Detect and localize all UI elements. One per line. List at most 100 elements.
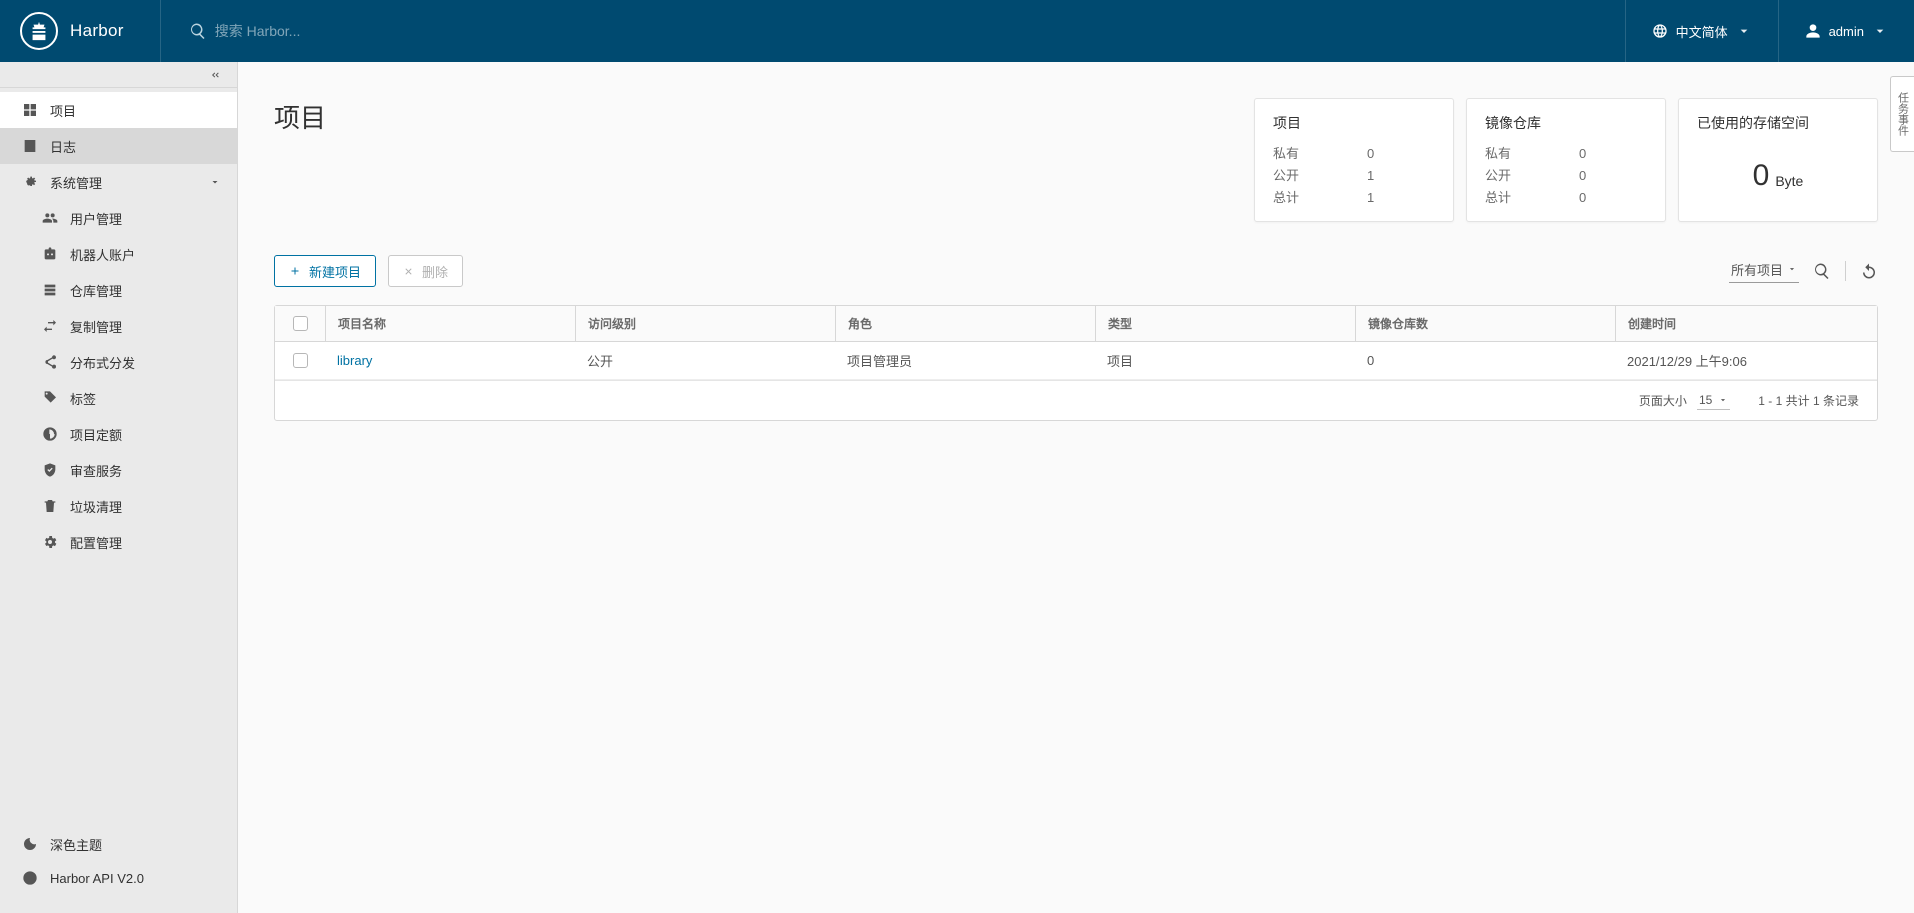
card-title: 已使用的存储空间 — [1697, 113, 1859, 133]
sidebar-item-interrogation[interactable]: 审查服务 — [0, 452, 237, 488]
summary-cards: 项目 私有0 公开1 总计1 镜像仓库 私有0 公开0 总计0 已使用的存储空间… — [1254, 98, 1878, 222]
shield-check-icon — [42, 462, 58, 478]
sidebar-item-label: 项目 — [50, 101, 76, 120]
new-project-button[interactable]: 新建项目 — [274, 255, 376, 287]
globe-icon — [1652, 23, 1668, 39]
global-search[interactable] — [161, 0, 1625, 62]
sidebar-item-distribution[interactable]: 分布式分发 — [0, 344, 237, 380]
language-switcher[interactable]: 中文简体 — [1625, 0, 1778, 62]
summary-card-storage: 已使用的存储空间 0 Byte — [1678, 98, 1878, 222]
storage-value: 0 — [1753, 159, 1770, 193]
sidebar-item-labels[interactable]: 标签 — [0, 380, 237, 416]
administration-icon — [22, 174, 38, 190]
chevron-down-icon — [1736, 23, 1752, 39]
storage-unit: Byte — [1775, 163, 1803, 189]
row-checkbox[interactable] — [293, 353, 308, 368]
cell-role: 项目管理员 — [835, 351, 1095, 370]
table-row[interactable]: library 公开 项目管理员 项目 0 2021/12/29 上午9:06 — [275, 342, 1877, 380]
brand[interactable]: Harbor — [0, 0, 161, 62]
sidebar-item-quotas[interactable]: 项目定额 — [0, 416, 237, 452]
sidebar: 项目 日志 系统管理 用户管理 — [0, 62, 238, 913]
sidebar-item-api[interactable]: Harbor API V2.0 — [0, 861, 237, 895]
sidebar-item-configuration[interactable]: 配置管理 — [0, 524, 237, 560]
close-icon — [403, 266, 414, 277]
col-created[interactable]: 创建时间 — [1615, 306, 1877, 341]
filter-label: 所有项目 — [1731, 260, 1783, 279]
refresh-icon[interactable] — [1860, 262, 1878, 280]
sidebar-item-projects[interactable]: 项目 — [0, 92, 237, 128]
gear-icon — [42, 534, 58, 550]
sidebar-nav: 项目 日志 系统管理 用户管理 — [0, 88, 237, 821]
trash-icon — [42, 498, 58, 514]
sidebar-item-registries[interactable]: 仓库管理 — [0, 272, 237, 308]
sidebar-item-label: 项目定额 — [70, 425, 122, 444]
user-menu[interactable]: admin — [1778, 0, 1914, 62]
sidebar-item-administration[interactable]: 系统管理 — [0, 164, 237, 200]
chevron-down-icon — [1718, 395, 1728, 405]
plus-icon — [289, 265, 301, 277]
sidebar-item-label: 复制管理 — [70, 317, 122, 336]
search-input[interactable] — [207, 17, 527, 45]
projects-icon — [22, 102, 38, 118]
button-label: 新建项目 — [309, 262, 361, 281]
user-name: admin — [1829, 24, 1864, 39]
search-icon — [189, 22, 207, 40]
summary-card-repos: 镜像仓库 私有0 公开0 总计0 — [1466, 98, 1666, 222]
separator — [1845, 261, 1846, 281]
sidebar-item-label: 配置管理 — [70, 533, 122, 552]
project-filter-dropdown[interactable]: 所有项目 — [1729, 260, 1799, 283]
sidebar-item-label: 用户管理 — [70, 209, 122, 228]
chevron-down-icon — [1872, 23, 1888, 39]
sidebar-item-replication[interactable]: 复制管理 — [0, 308, 237, 344]
replication-icon — [42, 318, 58, 334]
sidebar-item-label: 分布式分发 — [70, 353, 135, 372]
sidebar-item-label: 深色主题 — [50, 835, 102, 854]
tag-icon — [42, 390, 58, 406]
table-header: 项目名称 访问级别 角色 类型 镜像仓库数 创建时间 — [275, 306, 1877, 342]
delete-button[interactable]: 删除 — [388, 255, 463, 287]
sidebar-item-label: 垃圾清理 — [70, 497, 122, 516]
chevron-down-icon — [1787, 264, 1797, 274]
sidebar-item-dark-theme[interactable]: 深色主题 — [0, 827, 237, 861]
toolbar: 新建项目 删除 所有项目 — [274, 255, 1878, 287]
quota-icon — [42, 426, 58, 442]
sidebar-item-gc[interactable]: 垃圾清理 — [0, 488, 237, 524]
cell-repo: 0 — [1355, 353, 1615, 368]
event-drawer-toggle[interactable]: 任务事件 — [1890, 76, 1914, 152]
col-role[interactable]: 角色 — [835, 306, 1095, 341]
col-type[interactable]: 类型 — [1095, 306, 1355, 341]
page-size-label: 页面大小 — [1639, 392, 1687, 409]
project-link[interactable]: library — [337, 353, 372, 368]
users-icon — [42, 210, 58, 226]
page-size-select[interactable]: 15 — [1697, 391, 1730, 410]
projects-table: 项目名称 访问级别 角色 类型 镜像仓库数 创建时间 library 公开 项目… — [274, 305, 1878, 421]
col-access[interactable]: 访问级别 — [575, 306, 835, 341]
brand-name: Harbor — [70, 21, 124, 41]
registry-icon — [42, 282, 58, 298]
share-icon — [42, 354, 58, 370]
cell-created: 2021/12/29 上午9:06 — [1615, 351, 1877, 370]
sidebar-item-label: 标签 — [70, 389, 96, 408]
sidebar-item-robots[interactable]: 机器人账户 — [0, 236, 237, 272]
cell-type: 项目 — [1095, 351, 1355, 370]
summary-card-projects: 项目 私有0 公开1 总计1 — [1254, 98, 1454, 222]
search-icon[interactable] — [1813, 262, 1831, 280]
logs-icon — [22, 138, 38, 154]
page-range: 1 - 1 共计 1 条记录 — [1758, 392, 1859, 409]
collapse-sidebar-button[interactable] — [0, 62, 237, 88]
main-content: 项目 项目 私有0 公开1 总计1 镜像仓库 私有0 公开0 总计0 已使用的存… — [238, 62, 1914, 913]
double-chevron-left-icon — [207, 69, 223, 81]
col-repo[interactable]: 镜像仓库数 — [1355, 306, 1615, 341]
sidebar-item-logs[interactable]: 日志 — [0, 128, 237, 164]
sidebar-item-users[interactable]: 用户管理 — [0, 200, 237, 236]
sidebar-item-label: 审查服务 — [70, 461, 122, 480]
sidebar-item-label: 仓库管理 — [70, 281, 122, 300]
api-icon — [22, 870, 38, 886]
topbar-right: 中文简体 admin — [1625, 0, 1914, 62]
sidebar-item-label: 系统管理 — [50, 173, 102, 192]
select-all-checkbox[interactable] — [293, 316, 308, 331]
topbar: Harbor 中文简体 admin — [0, 0, 1914, 62]
col-name[interactable]: 项目名称 — [325, 306, 575, 341]
toolbar-right: 所有项目 — [1729, 260, 1878, 283]
robot-icon — [42, 246, 58, 262]
